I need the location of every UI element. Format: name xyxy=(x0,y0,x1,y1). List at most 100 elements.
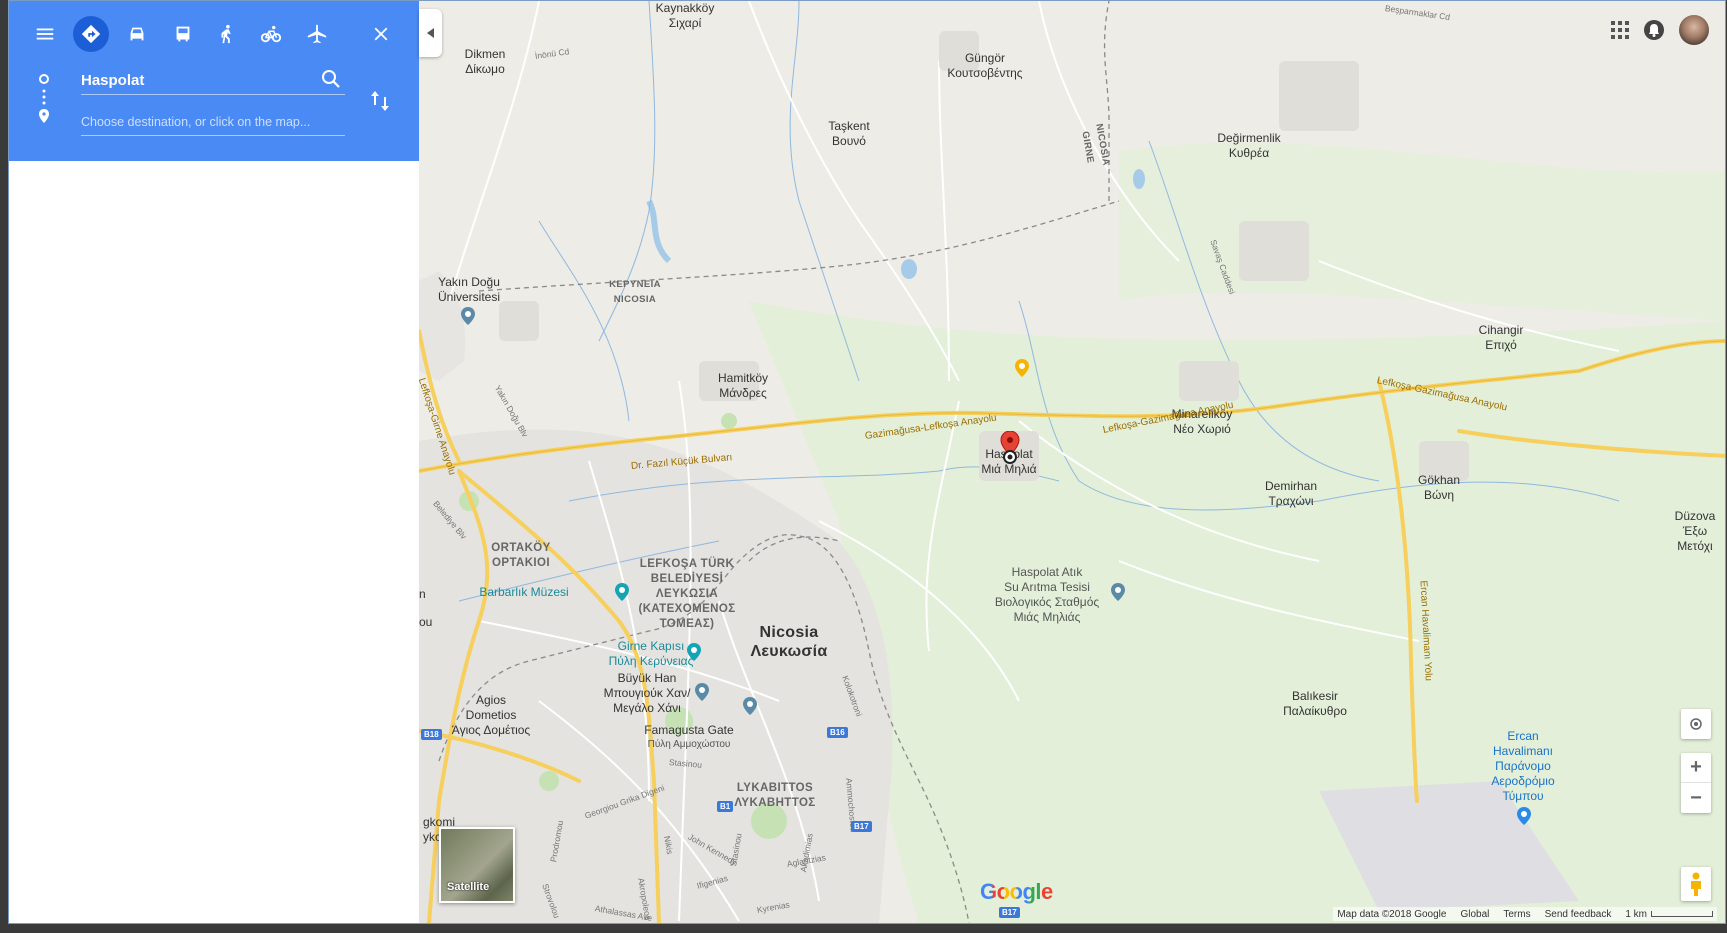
place-label[interactable]: Düzova Έξω Μετόχι xyxy=(1675,509,1716,554)
place-label[interactable]: Hamitköy Μάνδρες xyxy=(718,371,768,401)
road-shield-text: B17 xyxy=(1002,908,1017,917)
poi-label[interactable]: Haspolat Atık Su Arıtma Tesisi Βιολογικό… xyxy=(995,565,1099,625)
facility-pin-icon[interactable] xyxy=(1111,583,1125,601)
mode-flights[interactable] xyxy=(299,16,335,52)
museum-pin-icon[interactable] xyxy=(615,583,629,601)
apps-grid-icon[interactable] xyxy=(1611,21,1629,39)
airplane-icon xyxy=(307,24,327,44)
place-label[interactable]: Taşkent Βουνό xyxy=(828,119,869,149)
hamburger-menu-icon xyxy=(36,28,54,40)
mode-cycling[interactable] xyxy=(253,16,289,52)
my-location-icon xyxy=(1690,718,1702,730)
district-label: KEΡΥΝΕΙΑ NICOSIA xyxy=(609,277,661,307)
chevron-left-icon xyxy=(426,28,434,38)
road-shield: B18 xyxy=(421,729,442,740)
place-label-text: Yakın Doğu Üniversitesi xyxy=(437,275,501,304)
place-label-text: Taşkent Βουνό xyxy=(828,119,870,148)
menu-button[interactable] xyxy=(27,16,63,52)
maps-window: Kaynakköy Σιχαρί Dikmen Δίκωμο Güngör Κο… xyxy=(8,0,1726,924)
place-label-text: Cihangir Επιχό xyxy=(1478,323,1524,352)
street-view-pegman-button[interactable] xyxy=(1681,867,1711,901)
account-controls xyxy=(1611,15,1709,45)
notifications-bell-icon[interactable] xyxy=(1643,19,1665,41)
satellite-layer-toggle[interactable]: Satellite xyxy=(439,827,515,903)
map-canvas[interactable]: Kaynakköy Σιχαρί Dikmen Δίκωμο Güngör Κο… xyxy=(416,1,1725,923)
mode-driving[interactable] xyxy=(119,16,155,52)
poi-label-text: Girne Kapısı Πύλη Κερύνειας xyxy=(608,639,694,668)
place-label-text: n xyxy=(419,587,426,601)
place-label-text: Famagusta Gate xyxy=(644,723,734,737)
place-label[interactable]: Agios Dometios Άγιος Δομέτιος xyxy=(452,693,530,738)
car-icon xyxy=(130,27,144,41)
place-label[interactable]: Kaynakköy Σιχαρί xyxy=(656,1,715,31)
place-label[interactable]: n xyxy=(419,587,426,602)
poi-label[interactable]: Girne Kapısı Πύλη Κερύνειας xyxy=(609,639,694,669)
terms-link[interactable]: Terms xyxy=(1503,909,1530,920)
pegman-icon xyxy=(1691,872,1701,896)
city-label[interactable]: Nicosia Λευκωσία xyxy=(750,623,827,661)
place-label-text: Değirmenlik Κυθρέα xyxy=(1217,131,1281,160)
origin-underline xyxy=(81,94,345,95)
place-label[interactable]: Cihangir Επιχό xyxy=(1479,323,1524,353)
destination-input[interactable] xyxy=(81,111,345,133)
collapse-panel-button[interactable] xyxy=(419,9,442,57)
place-label[interactable]: Πύλη Αμμοχώστου xyxy=(648,737,731,752)
poi-label[interactable]: Ercan Havalimanı Παράνομο Αεροδρόμιο Τύμ… xyxy=(1491,729,1554,804)
google-logo-text: Google xyxy=(980,879,1053,904)
bus-icon xyxy=(176,26,190,42)
road-shield: B16 xyxy=(827,727,848,738)
place-label-text: Kaynakköy Σιχαρί xyxy=(655,1,715,30)
place-label-text: ou xyxy=(419,615,433,629)
user-avatar[interactable] xyxy=(1679,15,1709,45)
poi-label-text: Haspolat Atık Su Arıtma Tesisi Βιολογικό… xyxy=(994,565,1100,624)
place-label[interactable]: Yakın Doğu Üniversitesi xyxy=(438,275,500,305)
place-label[interactable]: Değirmenlik Κυθρέα xyxy=(1217,131,1280,161)
route-connector-icon xyxy=(39,74,49,123)
road-shield-text: B16 xyxy=(830,728,845,737)
place-label-text: Gökhan Βώνη xyxy=(1417,473,1461,502)
map-data-attribution: Map data ©2018 Google xyxy=(1337,908,1447,920)
search-icon[interactable] xyxy=(321,69,341,89)
gate-pin-icon[interactable] xyxy=(743,697,757,715)
poi-label[interactable]: Barbarlık Müzesi xyxy=(479,585,568,600)
mode-best-route[interactable] xyxy=(73,16,109,52)
place-label[interactable]: Balıkesir Παλαίκυθρο xyxy=(1283,689,1347,719)
place-label[interactable]: Gökhan Βώνη xyxy=(1418,473,1460,503)
scale-bar[interactable]: 1 km xyxy=(1625,909,1713,920)
road-shield-text: B17 xyxy=(854,822,869,831)
send-feedback-link[interactable]: Send feedback xyxy=(1545,909,1612,920)
poi-label[interactable]: Büyük Han Μπουγιούκ Χαν/ Μεγάλο Χάνι xyxy=(604,671,691,716)
district-label-text: LYKABITTOS ΛΥΚΑΒΗΤΤΟΣ xyxy=(734,782,816,809)
star-pin-icon[interactable] xyxy=(1015,359,1029,377)
place-label[interactable]: ou xyxy=(419,615,432,630)
place-label[interactable]: Dikmen Δίκωμο xyxy=(465,47,506,77)
place-label-text: Balıkesir Παλαίκυθρο xyxy=(1283,689,1347,718)
zoom-out-button[interactable]: − xyxy=(1681,783,1711,813)
my-location-button[interactable] xyxy=(1681,709,1711,739)
swap-directions-icon[interactable] xyxy=(369,89,391,113)
place-label-text: Dikmen Δίκωμο xyxy=(464,47,506,76)
origin-input[interactable] xyxy=(81,69,311,91)
airport-pin-icon[interactable] xyxy=(1517,807,1531,825)
university-pin-icon[interactable] xyxy=(461,307,475,325)
mode-walking[interactable] xyxy=(209,16,245,52)
landmark-pin-icon[interactable] xyxy=(687,643,701,661)
place-label-text: Agios Dometios Άγιος Δομέτιος xyxy=(451,693,531,737)
city-label-text: Nicosia Λευκωσία xyxy=(750,624,828,660)
place-label[interactable]: Güngör Κουτσοβέντης xyxy=(947,51,1022,81)
zoom-in-button[interactable]: + xyxy=(1681,753,1711,783)
close-icon xyxy=(374,27,388,41)
district-label-text: KEΡΥΝΕΙΑ NICOSIA xyxy=(609,279,661,305)
historic-pin-icon[interactable] xyxy=(695,683,709,701)
close-directions-button[interactable] xyxy=(363,16,399,52)
place-label[interactable]: Famagusta Gate xyxy=(644,723,733,738)
region-link[interactable]: Global xyxy=(1460,909,1489,920)
district-label: LEFKOŞA TÜRK BELEDİYESİ ΛΕΥΚΩΣΙΑ (ΚΑΤΕΧΟ… xyxy=(639,557,736,632)
place-label-text: Πύλη Αμμοχώστου xyxy=(647,739,731,750)
mode-transit[interactable] xyxy=(165,16,201,52)
place-label[interactable]: Demirhan Τραχώνι xyxy=(1265,479,1317,509)
district-label-text: NICOSIA GIRNE xyxy=(1079,122,1112,167)
bicycle-icon xyxy=(260,25,282,43)
scale-bar-label: 1 km xyxy=(1625,908,1647,920)
selected-location-marker-icon[interactable] xyxy=(1000,431,1020,465)
